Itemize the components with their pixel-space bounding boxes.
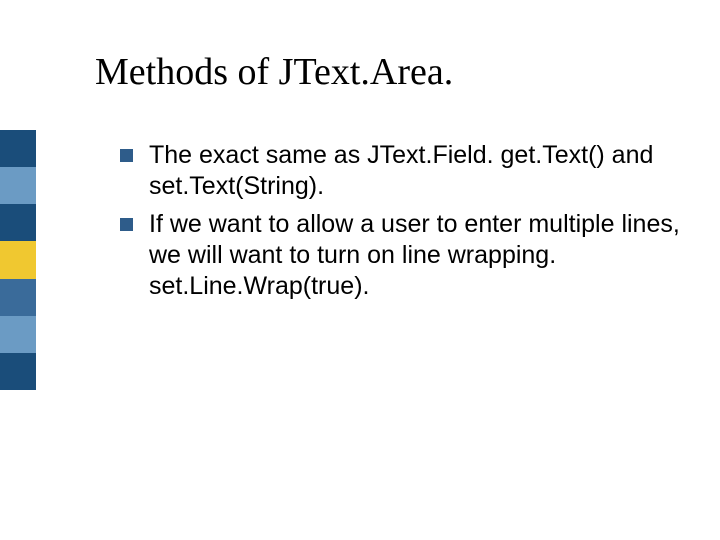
sidebar-block bbox=[0, 130, 36, 167]
sidebar-block bbox=[0, 353, 36, 390]
sidebar-block bbox=[0, 279, 36, 316]
square-bullet-icon bbox=[120, 218, 133, 231]
square-bullet-icon bbox=[120, 149, 133, 162]
bullet-text: The exact same as JText.Field. get.Text(… bbox=[149, 140, 680, 203]
slide-title: Methods of JText.Area. bbox=[95, 50, 453, 94]
sidebar-block bbox=[0, 204, 36, 241]
sidebar-block bbox=[0, 241, 36, 278]
decorative-sidebar bbox=[0, 130, 36, 390]
sidebar-block bbox=[0, 167, 36, 204]
bullet-item: The exact same as JText.Field. get.Text(… bbox=[120, 140, 680, 203]
bullet-text: If we want to allow a user to enter mult… bbox=[149, 209, 680, 303]
sidebar-block bbox=[0, 316, 36, 353]
slide-content: The exact same as JText.Field. get.Text(… bbox=[120, 140, 680, 308]
bullet-item: If we want to allow a user to enter mult… bbox=[120, 209, 680, 303]
